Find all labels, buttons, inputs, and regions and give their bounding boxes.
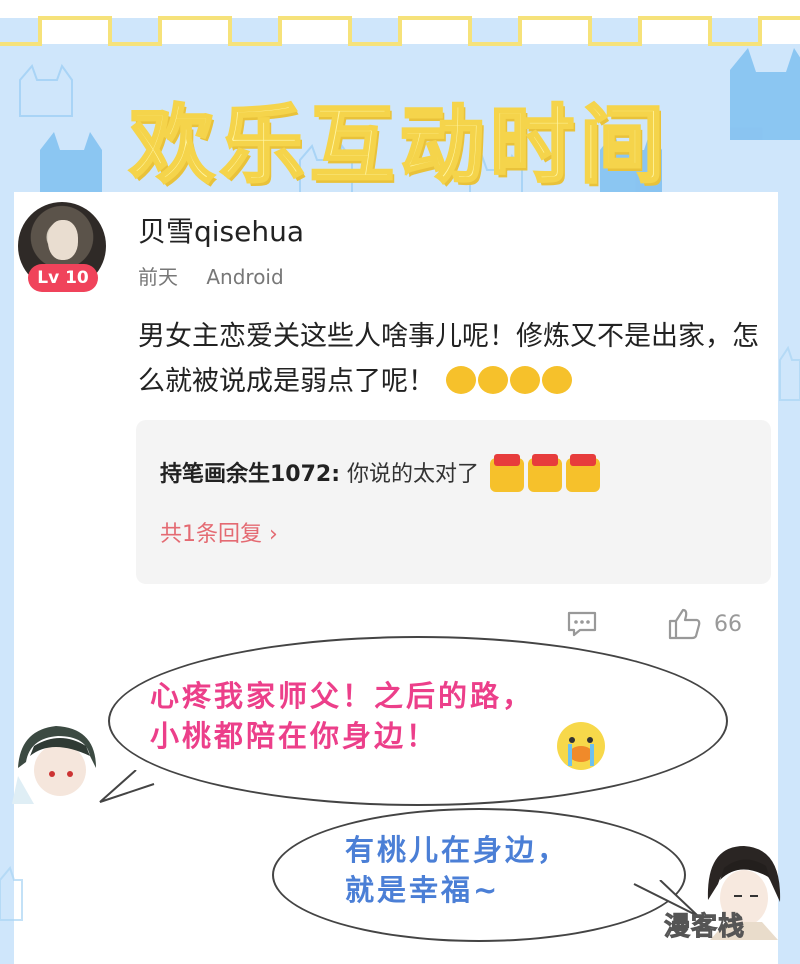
- crying-duck-sticker: [557, 722, 605, 770]
- comment-device: Android: [206, 265, 284, 289]
- speech-bubble-tail: [99, 770, 155, 803]
- sticker-icon: [566, 454, 601, 492]
- comment-text: 男女主恋爱关这些人啥事儿呢！修炼又不是出家，怎么就被说成是弱点了呢！: [138, 314, 778, 404]
- character-avatar-girl: [12, 726, 96, 804]
- like-icon[interactable]: [668, 608, 702, 640]
- bubble-2-text: 有桃儿在身边， 就是幸福~: [345, 830, 665, 910]
- bubble-1-line: 小桃都陪在你身边！: [150, 719, 439, 753]
- comment-meta: 前天 Android: [138, 261, 284, 290]
- sticker-icon: [528, 454, 563, 492]
- emoji-icon: [541, 365, 572, 394]
- side-background-left: [0, 180, 14, 964]
- comment-icon[interactable]: [566, 610, 598, 638]
- like-count: 66: [714, 612, 742, 637]
- reply-item: 持笔画余生1072: 你说的太对了: [160, 454, 601, 492]
- emoji-icon: [509, 365, 540, 394]
- sticker-icon: [490, 454, 525, 492]
- bubble-1-text: 心疼我家师父！之后的路， 小桃都陪在你身边！: [150, 676, 710, 756]
- reply-author[interactable]: 持笔画余生1072:: [160, 462, 340, 487]
- reply-box[interactable]: 持笔画余生1072: 你说的太对了 共1条回复 ›: [136, 420, 771, 584]
- reply-text: 你说的太对了: [347, 462, 480, 487]
- comment-actions: 66: [560, 608, 780, 648]
- comment-username[interactable]: 贝雪qisehua: [138, 210, 304, 250]
- watermark-logo: 漫客栈: [663, 912, 746, 943]
- bubble-2-line: 就是幸福~: [345, 873, 501, 907]
- bubble-2-line: 有桃儿在身边，: [345, 833, 570, 867]
- more-replies-link[interactable]: 共1条回复 ›: [160, 516, 278, 548]
- emoji-icon: [477, 365, 508, 394]
- bubble-1-line: 心疼我家师父！之后的路，: [150, 679, 535, 713]
- comment-time: 前天: [138, 265, 178, 289]
- page-title: 欢乐互动时间: [128, 95, 670, 196]
- emoji-icon: [445, 365, 476, 394]
- level-badge: Lv 10: [28, 264, 98, 292]
